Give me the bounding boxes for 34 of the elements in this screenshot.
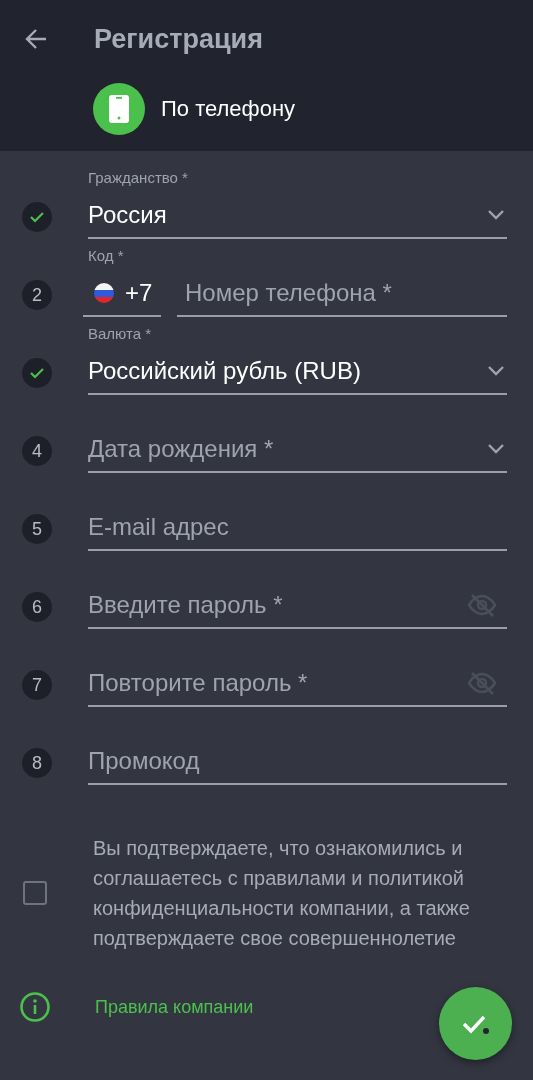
phone-icon[interactable] xyxy=(93,83,145,135)
method-label: По телефону xyxy=(161,96,296,122)
company-rules-link[interactable]: Правила компании xyxy=(95,996,254,1018)
chevron-down-icon[interactable] xyxy=(487,209,505,221)
phone-number-field[interactable]: Номер телефона * xyxy=(185,279,507,307)
consent-checkbox[interactable] xyxy=(23,881,47,905)
step-number: 8 xyxy=(22,748,52,778)
text-field[interactable]: Промокод xyxy=(88,747,507,775)
password-field[interactable]: Введите пароль * xyxy=(88,591,467,619)
submit-button[interactable] xyxy=(439,987,512,1060)
flag-icon xyxy=(93,282,115,304)
page-title: Регистрация xyxy=(94,23,263,55)
consent-text: Вы подтверждаете, что ознакомились и соглашаетесь с правилами и политикой конфиденциальности компании, а также подтверждаете свое совершеннолетие xyxy=(93,836,471,951)
step-number: 5 xyxy=(22,514,52,544)
step-number: 7 xyxy=(22,670,52,700)
field-label: Гражданство * xyxy=(88,169,189,188)
check-icon xyxy=(29,211,45,223)
back-arrow-icon xyxy=(24,28,48,50)
country-code-field[interactable]: +7 xyxy=(83,271,161,317)
chevron-down-icon[interactable] xyxy=(487,365,505,377)
info-icon xyxy=(19,991,51,1023)
field-label: Валюта * xyxy=(88,325,153,344)
check-icon xyxy=(29,367,45,379)
password-field[interactable]: Повторите пароль * xyxy=(88,669,467,697)
step-number: 4 xyxy=(22,436,52,466)
country-code: +7 xyxy=(125,279,153,307)
select-field[interactable]: Российский рубль (RUB) xyxy=(88,357,487,385)
step-number: 6 xyxy=(22,592,52,622)
field-label: Код * xyxy=(88,247,125,266)
chevron-down-icon[interactable] xyxy=(487,443,505,455)
text-field[interactable]: E-mail адрес xyxy=(88,513,507,541)
select-field[interactable]: Россия xyxy=(88,201,487,229)
step-number: 2 xyxy=(22,280,52,310)
select-field[interactable]: Дата рождения * xyxy=(88,435,487,463)
